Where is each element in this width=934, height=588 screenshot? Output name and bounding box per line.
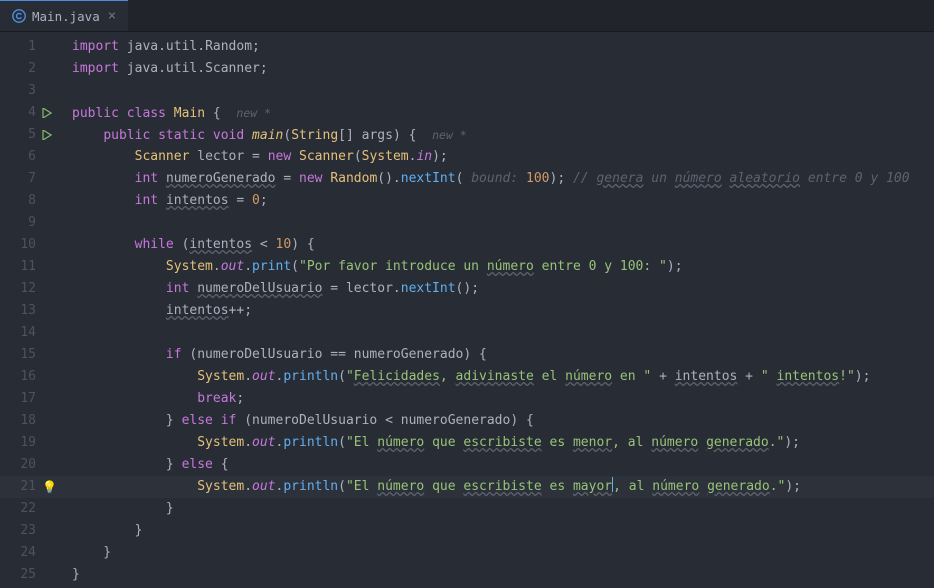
code-line[interactable]: System.out.print("Por favor introduce un…: [62, 256, 934, 278]
gutter-row[interactable]: 18: [0, 410, 62, 432]
line-number: 16: [14, 366, 36, 388]
line-number: 1: [14, 36, 36, 58]
code-line[interactable]: System.out.println("El número que escrib…: [62, 476, 934, 498]
code-line[interactable]: }: [62, 542, 934, 564]
gutter-row[interactable]: 24: [0, 542, 62, 564]
gutter-row[interactable]: 23: [0, 520, 62, 542]
line-number: 7: [14, 168, 36, 190]
gutter-row[interactable]: 6: [0, 146, 62, 168]
code-line[interactable]: System.out.println("El número que escrib…: [62, 432, 934, 454]
line-number: 18: [14, 410, 36, 432]
gutter-row[interactable]: 17: [0, 388, 62, 410]
code-line[interactable]: }: [62, 520, 934, 542]
gutter-row[interactable]: 10: [0, 234, 62, 256]
code-line[interactable]: Scanner lector = new Scanner(System.in);: [62, 146, 934, 168]
line-number: 14: [14, 322, 36, 344]
gutter-row[interactable]: 13: [0, 300, 62, 322]
code-line[interactable]: break;: [62, 388, 934, 410]
gutter-row[interactable]: 7: [0, 168, 62, 190]
code-line[interactable]: public static void main(String[] args) {…: [62, 124, 934, 146]
gutter-row[interactable]: 14: [0, 322, 62, 344]
code-line[interactable]: }: [62, 564, 934, 586]
gutter: 123456789101112131415161718192021💡222324…: [0, 36, 62, 588]
gutter-row[interactable]: 2: [0, 58, 62, 80]
gutter-row[interactable]: 3: [0, 80, 62, 102]
gutter-row[interactable]: 5: [0, 124, 62, 146]
gutter-row[interactable]: 9: [0, 212, 62, 234]
code-area[interactable]: import java.util.Random;import java.util…: [62, 36, 934, 588]
line-number: 15: [14, 344, 36, 366]
line-number: 3: [14, 80, 36, 102]
tab-bar: Main.java ×: [0, 0, 934, 32]
line-number: 23: [14, 520, 36, 542]
line-number: 11: [14, 256, 36, 278]
code-line[interactable]: import java.util.Scanner;: [62, 58, 934, 80]
line-number: 25: [14, 564, 36, 586]
gutter-row[interactable]: 20: [0, 454, 62, 476]
line-number: 20: [14, 454, 36, 476]
line-number: 2: [14, 58, 36, 80]
line-number: 8: [14, 190, 36, 212]
line-number: 24: [14, 542, 36, 564]
tab-filename: Main.java: [32, 9, 100, 24]
gutter-row[interactable]: 15: [0, 344, 62, 366]
line-number: 12: [14, 278, 36, 300]
line-number: 10: [14, 234, 36, 256]
line-number: 21: [14, 476, 36, 498]
code-line[interactable]: System.out.println("Felicidades, adivina…: [62, 366, 934, 388]
line-number: 13: [14, 300, 36, 322]
gutter-row[interactable]: 25: [0, 564, 62, 586]
line-number: 9: [14, 212, 36, 234]
run-icon[interactable]: [42, 108, 54, 118]
line-number: 6: [14, 146, 36, 168]
code-line[interactable]: }: [62, 498, 934, 520]
line-number: 19: [14, 432, 36, 454]
code-line[interactable]: [62, 212, 934, 234]
gutter-row[interactable]: 12: [0, 278, 62, 300]
code-line[interactable]: int intentos = 0;: [62, 190, 934, 212]
code-line[interactable]: while (intentos < 10) {: [62, 234, 934, 256]
code-line[interactable]: public class Main { new *: [62, 102, 934, 124]
run-icon[interactable]: [42, 130, 54, 140]
code-line[interactable]: import java.util.Random;: [62, 36, 934, 58]
code-line[interactable]: if (numeroDelUsuario == numeroGenerado) …: [62, 344, 934, 366]
gutter-row[interactable]: 21 💡: [0, 476, 62, 498]
close-icon[interactable]: ×: [108, 8, 116, 24]
java-class-icon: [12, 9, 26, 23]
gutter-row[interactable]: 16: [0, 366, 62, 388]
line-number: 22: [14, 498, 36, 520]
gutter-row[interactable]: 1: [0, 36, 62, 58]
lightbulb-icon[interactable]: 💡: [42, 476, 54, 498]
gutter-row[interactable]: 4: [0, 102, 62, 124]
gutter-row[interactable]: 22: [0, 498, 62, 520]
gutter-row[interactable]: 11: [0, 256, 62, 278]
line-number: 4: [14, 102, 36, 124]
code-line[interactable]: int numeroGenerado = new Random().nextIn…: [62, 168, 934, 190]
line-number: 17: [14, 388, 36, 410]
code-line[interactable]: [62, 322, 934, 344]
gutter-row[interactable]: 19: [0, 432, 62, 454]
tab-main-java[interactable]: Main.java ×: [0, 0, 128, 31]
editor: 123456789101112131415161718192021💡222324…: [0, 32, 934, 588]
code-line[interactable]: [62, 80, 934, 102]
code-line[interactable]: } else {: [62, 454, 934, 476]
line-number: 5: [14, 124, 36, 146]
gutter-row[interactable]: 8: [0, 190, 62, 212]
code-line[interactable]: int numeroDelUsuario = lector.nextInt();: [62, 278, 934, 300]
code-line[interactable]: } else if (numeroDelUsuario < numeroGene…: [62, 410, 934, 432]
code-line[interactable]: intentos++;: [62, 300, 934, 322]
